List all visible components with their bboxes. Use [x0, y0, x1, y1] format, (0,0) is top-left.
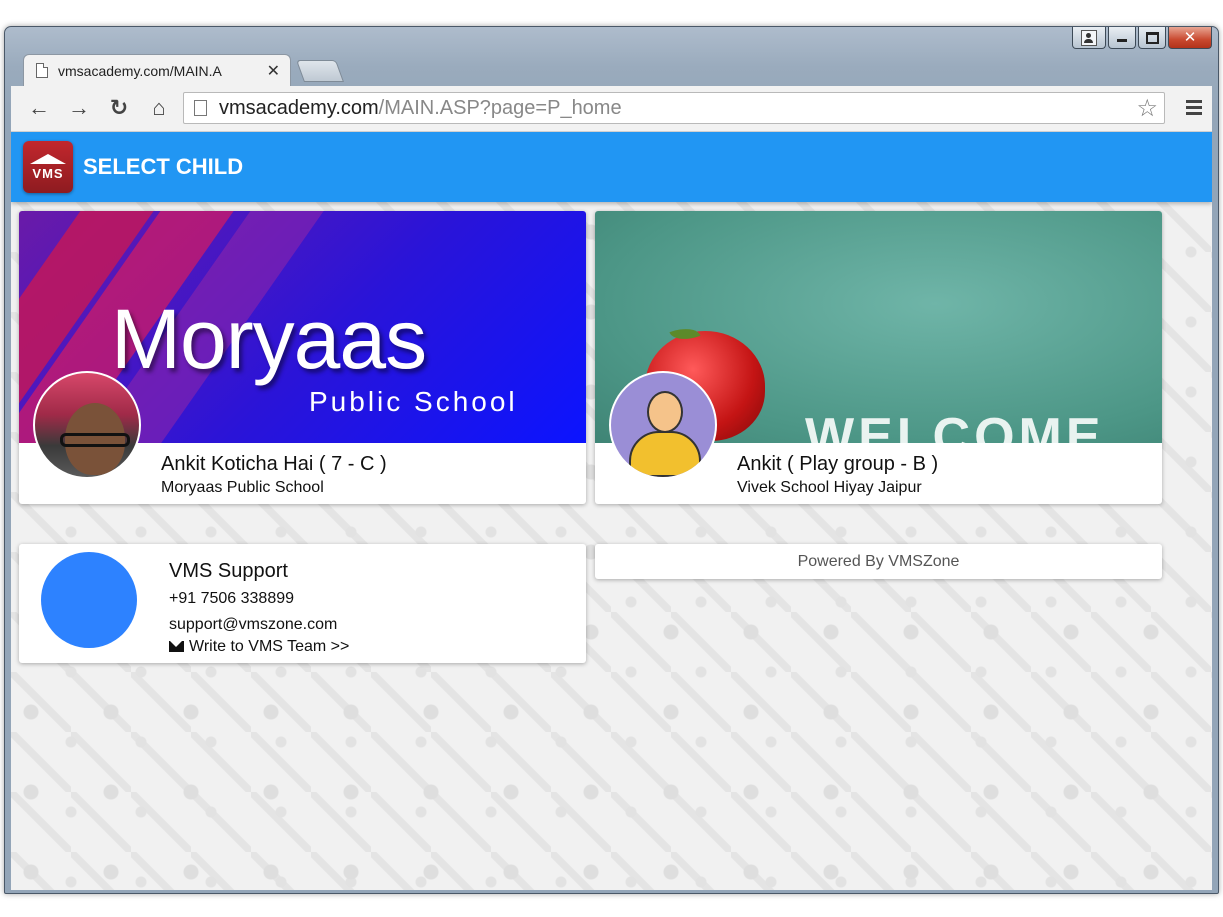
maximize-button[interactable] [1138, 27, 1166, 49]
new-tab-button[interactable] [295, 60, 345, 82]
reload-icon: ↻ [109, 95, 129, 120]
write-to-team-link[interactable]: Write to VMS Team >> [169, 638, 349, 656]
browser-toolbar: ← → ↻ ⌂ vmsacademy.com/MAIN.ASP?page=P_h… [11, 86, 1212, 132]
child-name: Ankit Koticha Hai ( 7 - C ) [161, 453, 387, 475]
banner-title: Moryaas [111, 292, 427, 386]
browser-window: ✕ vmsacademy.com/MAIN.A ✕ ← → ↻ ⌂ vmsaca… [4, 26, 1219, 894]
page-icon [36, 63, 48, 78]
forward-arrow-icon: → [68, 95, 90, 120]
child-school: Vivek School Hiyay Jaipur [737, 479, 922, 496]
powered-by-bar: Powered By VMSZone [595, 544, 1162, 579]
page-title: SELECT CHILD [83, 154, 244, 179]
forward-button[interactable]: → [65, 94, 93, 122]
child-card-2[interactable]: WELCOME Ankit ( Play group - B ) Vivek S… [595, 211, 1162, 504]
browser-menu-icon[interactable] [1186, 100, 1202, 118]
logo-text: VMS [32, 165, 64, 181]
support-card: VMS Support +91 7506 338899 support@vmsz… [19, 544, 586, 663]
page-viewport: VMS SELECT CHILD Moryaas Public School A… [11, 132, 1212, 890]
support-avatar [41, 552, 137, 648]
vms-logo: VMS [23, 141, 73, 193]
home-button[interactable]: ⌂ [145, 94, 173, 122]
bookmark-star-icon[interactable]: ☆ [1136, 94, 1158, 123]
reload-button[interactable]: ↻ [105, 94, 133, 122]
home-icon: ⌂ [152, 95, 166, 120]
tab-title: vmsacademy.com/MAIN.A [58, 62, 222, 79]
maximize-icon [1145, 31, 1159, 44]
minimize-button[interactable] [1108, 27, 1136, 49]
envelope-icon [169, 641, 184, 652]
back-arrow-icon: ← [28, 95, 50, 120]
back-button[interactable]: ← [25, 94, 53, 122]
powered-by-text: Powered By VMSZone [797, 552, 960, 570]
support-phone[interactable]: +91 7506 338899 [169, 590, 294, 608]
child-school: Moryaas Public School [161, 479, 324, 496]
support-title: VMS Support [169, 560, 288, 582]
app-header: VMS SELECT CHILD [11, 132, 1212, 202]
child-card-1[interactable]: Moryaas Public School Ankit Koticha Hai … [19, 211, 586, 504]
url-host: vmsacademy.com [219, 96, 379, 119]
tab-close-icon[interactable]: ✕ [267, 61, 280, 81]
child-avatar [33, 371, 141, 479]
address-bar[interactable]: vmsacademy.com/MAIN.ASP?page=P_home ☆ [183, 92, 1165, 124]
logo-roof-icon [30, 153, 66, 164]
banner-welcome-text: WELCOME [805, 408, 1105, 443]
minimize-icon [1117, 39, 1127, 42]
page-info-icon [194, 100, 207, 116]
browser-tab[interactable]: vmsacademy.com/MAIN.A ✕ [23, 54, 291, 86]
child-avatar [609, 371, 717, 479]
user-icon [1081, 29, 1097, 46]
banner-subtitle: Public School [309, 386, 518, 417]
user-profile-button[interactable] [1072, 27, 1106, 49]
child-name: Ankit ( Play group - B ) [737, 453, 939, 475]
window-controls: ✕ [1072, 27, 1212, 49]
support-email[interactable]: support@vmszone.com [169, 616, 337, 634]
close-window-button[interactable]: ✕ [1168, 27, 1212, 49]
close-icon: ✕ [1183, 29, 1197, 46]
url-path: /MAIN.ASP?page=P_home [378, 96, 622, 119]
